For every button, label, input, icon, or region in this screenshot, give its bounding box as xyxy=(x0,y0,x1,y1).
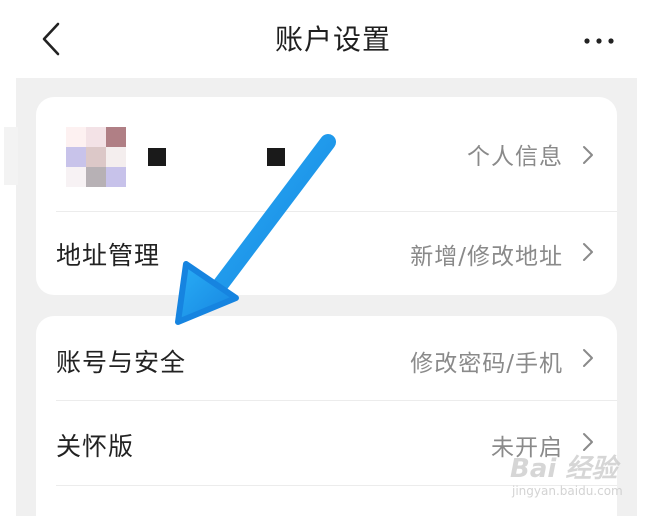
account-security-row[interactable]: 账号与安全 修改密码/手机 xyxy=(36,316,617,400)
care-mode-row[interactable]: 关怀版 未开启 xyxy=(36,401,617,485)
address-management-value: 新增/修改地址 xyxy=(410,244,563,270)
chevron-right-icon xyxy=(583,349,593,367)
avatar xyxy=(66,127,126,187)
profile-info-label: 个人信息 xyxy=(467,144,563,170)
account-card: 账号与安全 修改密码/手机 关怀版 未开启 xyxy=(36,316,617,516)
page-title: 账户设置 xyxy=(274,23,391,56)
redacted-block xyxy=(267,148,285,166)
profile-card: 个人信息 地址管理 新增/修改地址 xyxy=(36,97,617,295)
chevron-right-icon xyxy=(583,243,593,261)
address-management-label: 地址管理 xyxy=(56,241,161,270)
care-mode-label: 关怀版 xyxy=(56,432,135,461)
account-security-label: 账号与安全 xyxy=(56,348,187,377)
redacted-block xyxy=(148,148,166,166)
care-mode-value: 未开启 xyxy=(491,435,563,461)
address-management-row[interactable]: 地址管理 新增/修改地址 xyxy=(36,212,617,295)
more-button[interactable] xyxy=(570,18,630,64)
chevron-right-icon xyxy=(583,433,593,451)
side-strip xyxy=(4,127,18,185)
more-horizontal-icon xyxy=(584,38,614,44)
chevron-right-icon xyxy=(583,146,593,164)
top-bar: 账户设置 xyxy=(0,0,666,78)
next-setting-row[interactable] xyxy=(36,486,617,516)
profile-row[interactable]: 个人信息 xyxy=(36,97,617,211)
account-security-value: 修改密码/手机 xyxy=(410,351,563,377)
